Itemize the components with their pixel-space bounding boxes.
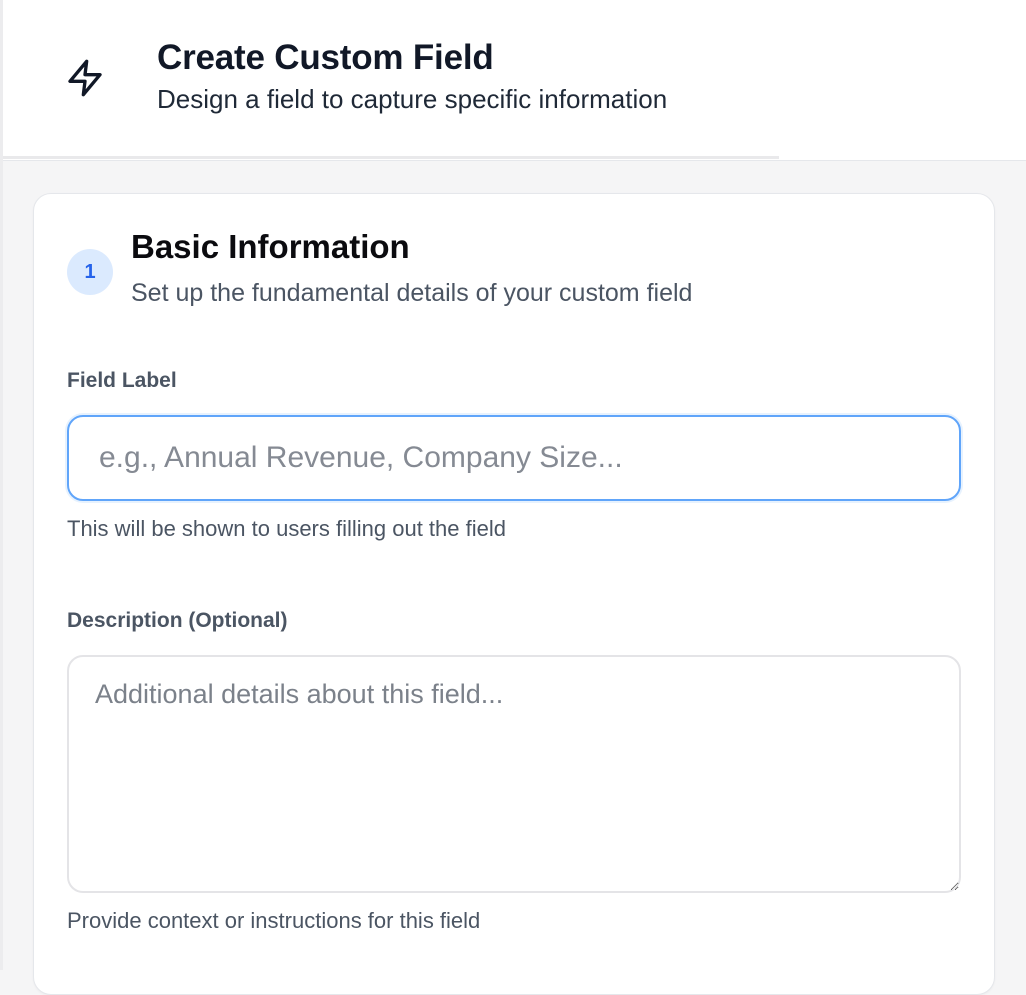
field-label-input[interactable] <box>67 415 961 501</box>
page-subtitle: Design a field to capture specific infor… <box>157 84 668 114</box>
header-divider <box>3 156 779 159</box>
field-label-help-text: This will be shown to users filling out … <box>67 516 506 541</box>
lightning-bolt-icon <box>68 59 102 97</box>
basic-information-card: 1 Basic Information Set up the fundament… <box>33 193 995 995</box>
description-label: Description (Optional) <box>67 609 288 632</box>
page-title: Create Custom Field <box>157 38 494 77</box>
description-help-text: Provide context or instructions for this… <box>67 908 481 933</box>
field-label-label: Field Label <box>67 369 177 392</box>
step-number-badge: 1 <box>67 249 113 295</box>
page-header: Create Custom Field Design a field to ca… <box>3 0 1026 161</box>
description-textarea[interactable] <box>67 655 961 893</box>
section-title: Basic Information <box>131 228 410 265</box>
section-subtitle: Set up the fundamental details of your c… <box>131 279 693 307</box>
